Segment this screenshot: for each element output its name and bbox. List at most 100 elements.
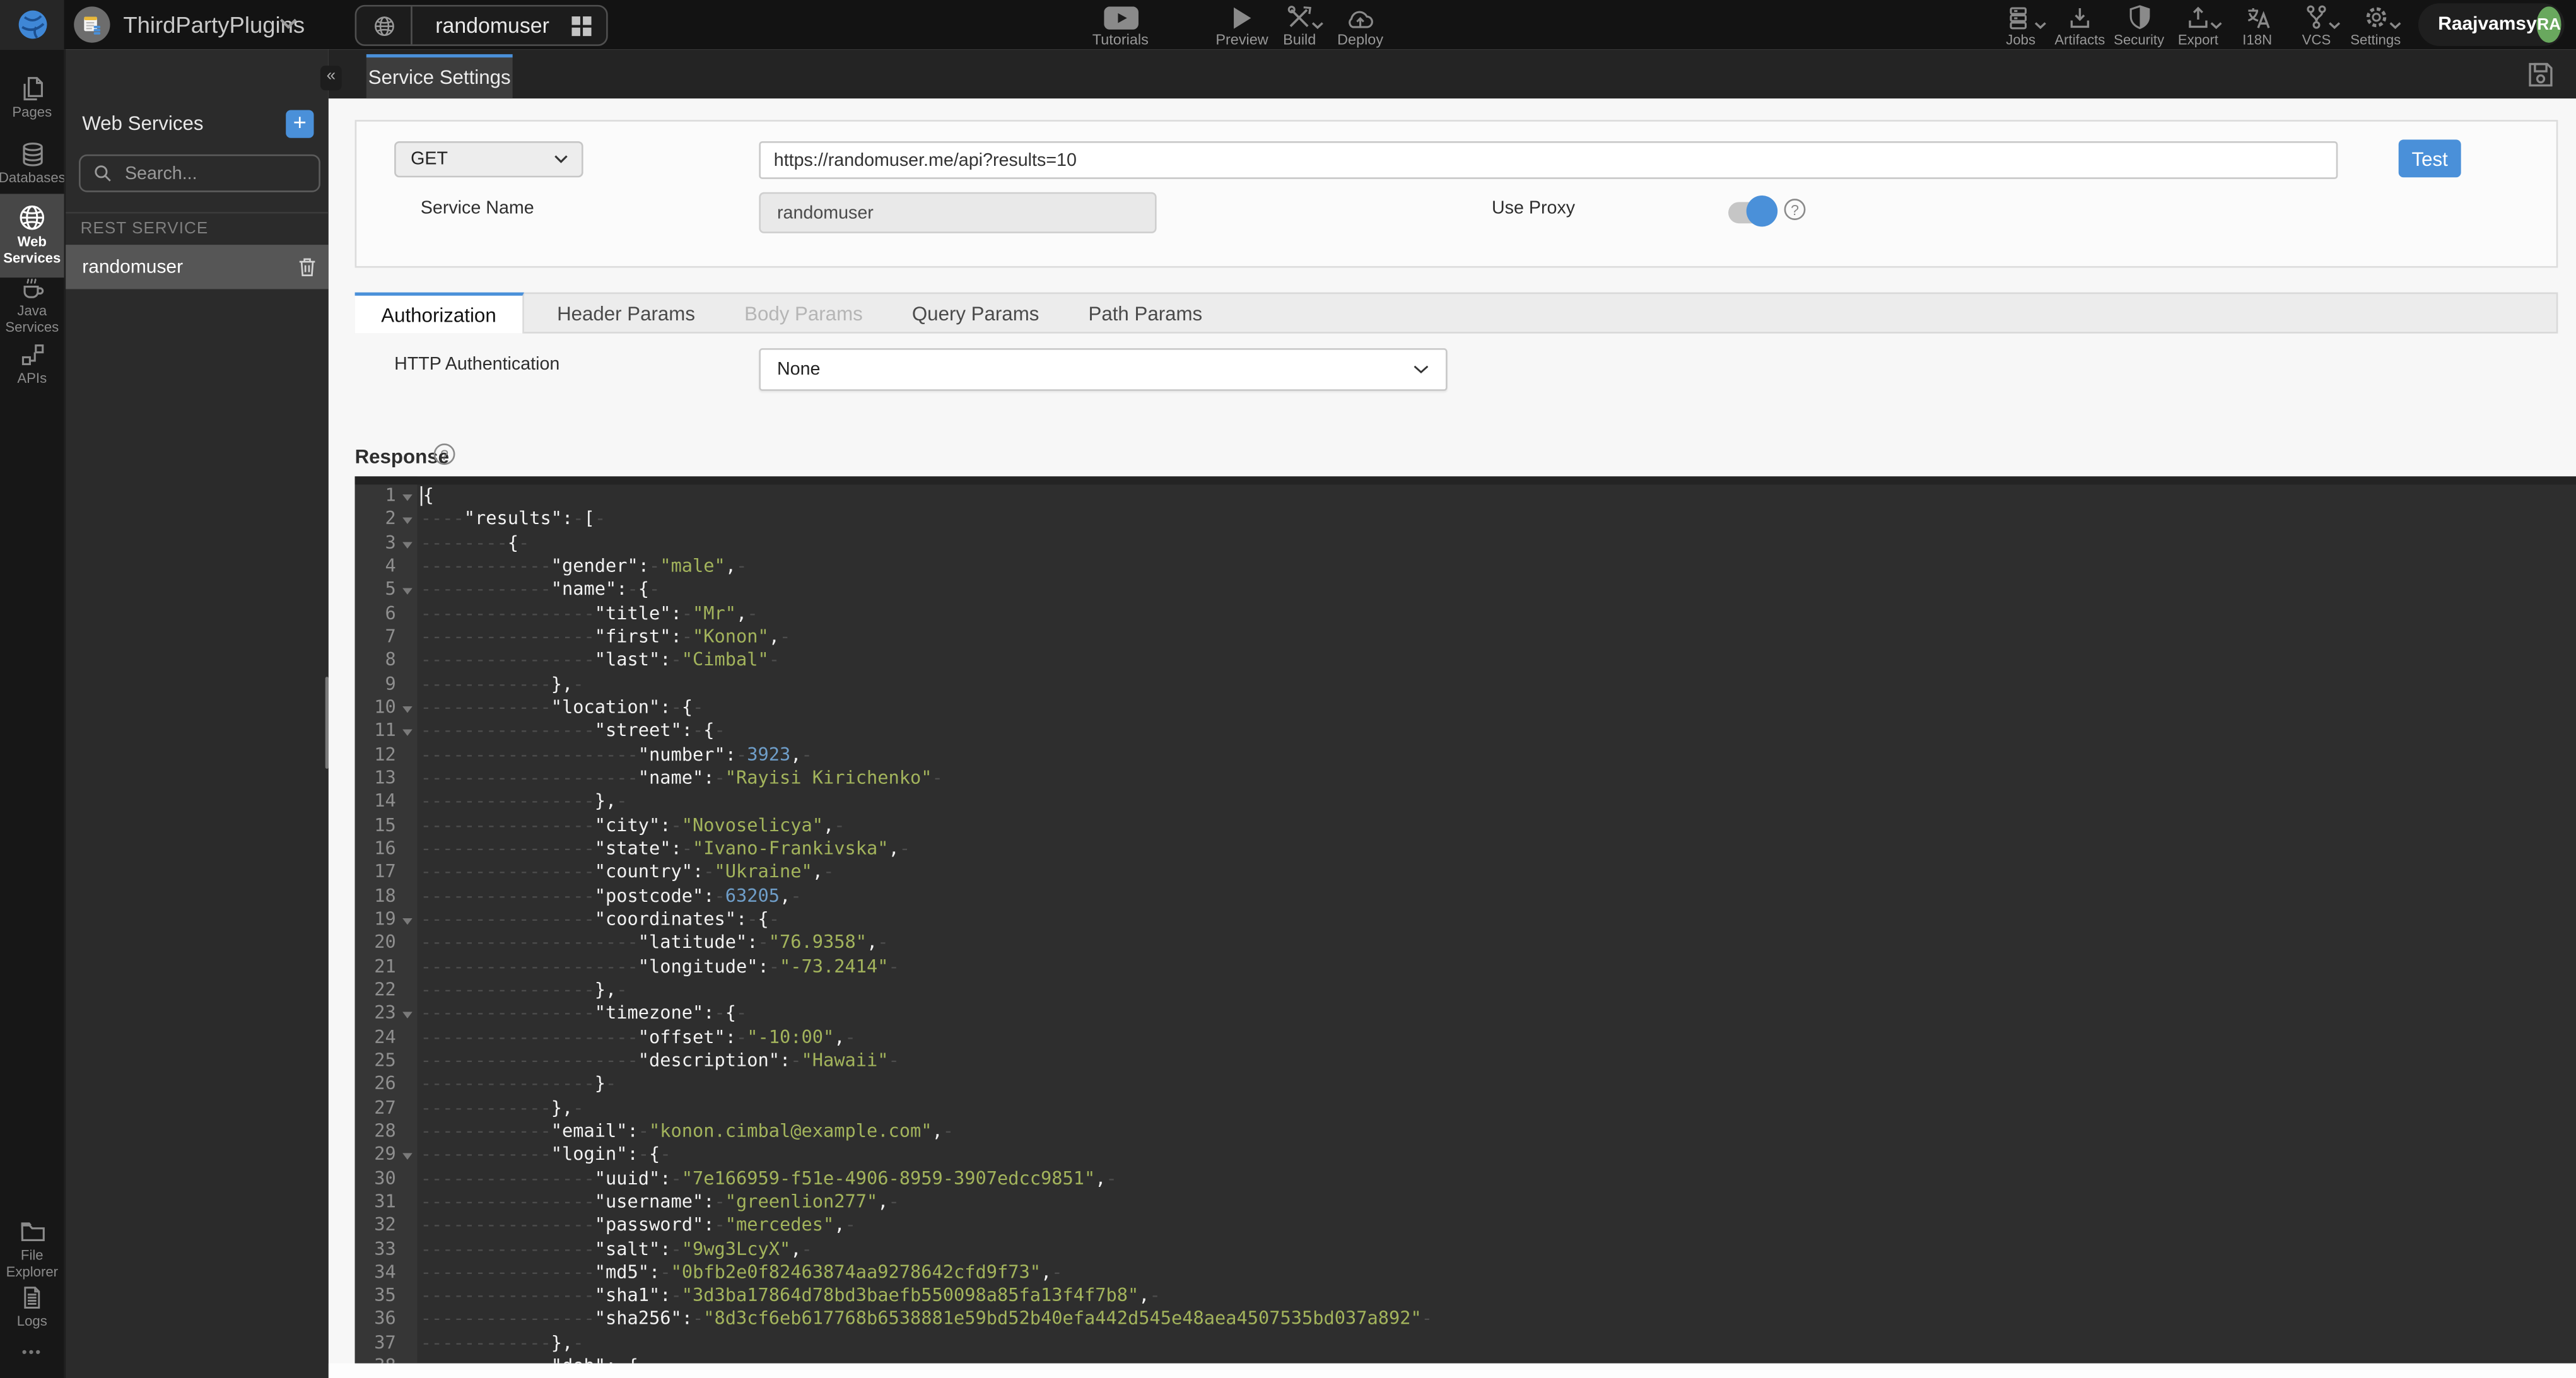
code-line[interactable]: 5------------"name":-{- xyxy=(355,579,2576,602)
user-avatar: RA xyxy=(2537,6,2561,42)
sidebar-item-web-services[interactable]: Web Services xyxy=(0,194,64,277)
code-line[interactable]: 38------------"dob":-{- xyxy=(355,1355,2576,1363)
sidebar-item-logs[interactable]: Logs xyxy=(0,1285,64,1330)
service-name-field[interactable]: randomuser xyxy=(759,192,1156,233)
app-switcher[interactable]: ThirdPartyPlugins xyxy=(74,0,305,49)
use-proxy-toggle-knob[interactable] xyxy=(1747,196,1777,226)
search-input[interactable] xyxy=(122,162,301,185)
response-help-icon[interactable]: ? xyxy=(434,443,455,465)
collapse-panel-button[interactable]: « xyxy=(320,66,342,90)
code-line[interactable]: 2----"results":-[- xyxy=(355,508,2576,532)
code-line[interactable]: 16----------------"state":-"Ivano-Franki… xyxy=(355,838,2576,861)
deploy-button[interactable]: Deploy xyxy=(1324,0,1396,49)
tab-header-params[interactable]: Header Params xyxy=(541,294,711,332)
settings-button[interactable]: Settings xyxy=(2346,0,2405,49)
vcs-button[interactable]: VCS xyxy=(2287,0,2346,49)
code-line[interactable]: 34----------------"md5":-"0bfb2e0f824638… xyxy=(355,1261,2576,1285)
tutorials-button[interactable]: Tutorials xyxy=(1074,0,1166,49)
code-line[interactable]: 24--------------------"offset":-"-10:00"… xyxy=(355,1026,2576,1049)
settings-chevron-icon xyxy=(2388,21,2401,30)
tab-authorization[interactable]: Authorization xyxy=(355,293,524,334)
delete-service-icon[interactable] xyxy=(297,256,317,277)
test-button[interactable]: Test xyxy=(2399,139,2461,177)
sidebar-item-databases[interactable]: Databases xyxy=(0,141,64,187)
code-line[interactable]: 7----------------"first":-"Konon",- xyxy=(355,626,2576,649)
sidebar-item-pages[interactable]: Pages xyxy=(0,76,64,121)
tab-service-settings[interactable]: Service Settings xyxy=(366,54,513,99)
code-line[interactable]: 20--------------------"latitude":-"76.93… xyxy=(355,931,2576,955)
code-line[interactable]: 30----------------"uuid":-"7e166959-f51e… xyxy=(355,1167,2576,1191)
sidebar-item-apis[interactable]: APIs xyxy=(0,342,64,387)
code-line[interactable]: 12--------------------"number":-3923,- xyxy=(355,744,2576,767)
user-menu[interactable]: Raajvamsy RA xyxy=(2418,3,2565,46)
brand-logo[interactable] xyxy=(0,0,64,49)
code-line[interactable]: 18----------------"postcode":-63205,- xyxy=(355,885,2576,908)
code-line[interactable]: 19----------------"coordinates":-{- xyxy=(355,908,2576,931)
security-label: Security xyxy=(2114,31,2164,47)
code-line[interactable]: 22----------------},- xyxy=(355,979,2576,1002)
save-icon[interactable] xyxy=(2527,61,2555,88)
service-search[interactable] xyxy=(79,155,320,192)
file-explorer-label: File Explorer xyxy=(0,1248,64,1280)
url-input[interactable] xyxy=(759,141,2338,179)
code-line[interactable]: 17----------------"country":-"Ukraine",- xyxy=(355,861,2576,884)
code-line[interactable]: 15----------------"city":-"Novoselicya",… xyxy=(355,814,2576,838)
i18n-button[interactable]: I18N xyxy=(2228,0,2287,49)
sidebar-item-file-explorer[interactable]: File Explorer xyxy=(0,1219,64,1280)
code-line[interactable]: 4------------"gender":-"male",- xyxy=(355,555,2576,578)
http-method-select[interactable]: GET xyxy=(394,141,583,177)
user-name: Raajvamsy xyxy=(2418,15,2537,34)
code-line[interactable]: 29------------"login":-{- xyxy=(355,1143,2576,1167)
tab-path-params[interactable]: Path Params xyxy=(1072,294,1219,332)
code-line[interactable]: 21--------------------"longitude":-"-73.… xyxy=(355,955,2576,979)
code-line[interactable]: 25--------------------"description":-"Ha… xyxy=(355,1049,2576,1073)
code-line[interactable]: 10------------"location":-{- xyxy=(355,696,2576,720)
code-line[interactable]: 11----------------"street":-{- xyxy=(355,720,2576,744)
service-item-name: randomuser xyxy=(66,257,297,277)
code-line[interactable]: 13--------------------"name":-"Rayisi Ki… xyxy=(355,767,2576,790)
code-line[interactable]: 27------------},- xyxy=(355,1097,2576,1120)
response-editor[interactable]: 1{2----"results":-[-3--------{-4--------… xyxy=(355,476,2576,1363)
code-line[interactable]: 14----------------},- xyxy=(355,791,2576,814)
code-line[interactable]: 8----------------"last":-"Cimbal"- xyxy=(355,650,2576,673)
code-line[interactable]: 26----------------}- xyxy=(355,1073,2576,1096)
add-service-button[interactable]: + xyxy=(286,110,313,138)
tab-body-params[interactable]: Body Params xyxy=(728,294,879,332)
export-upload-icon xyxy=(2187,5,2210,30)
auth-chevron-icon xyxy=(1413,365,1429,375)
document-tab-randomuser[interactable]: randomuser xyxy=(355,5,608,46)
security-button[interactable]: Security xyxy=(2109,0,2169,49)
build-tools-icon xyxy=(1286,5,1313,30)
code-line[interactable]: 33----------------"salt":-"9wg3LcyX",- xyxy=(355,1238,2576,1261)
code-line[interactable]: 28------------"email":-"konon.cimbal@exa… xyxy=(355,1120,2576,1143)
code-line[interactable]: 37------------},- xyxy=(355,1332,2576,1355)
use-proxy-label: Use Proxy xyxy=(1492,199,1575,218)
app-switcher-chevron-icon[interactable] xyxy=(279,18,298,30)
vcs-label: VCS xyxy=(2302,31,2331,47)
tab-query-params[interactable]: Query Params xyxy=(896,294,1056,332)
proxy-help-icon[interactable]: ? xyxy=(1784,199,1806,220)
code-line[interactable]: 3--------{- xyxy=(355,532,2576,555)
code-line[interactable]: 6----------------"title":-"Mr",- xyxy=(355,602,2576,626)
build-button[interactable]: Build xyxy=(1268,0,1331,49)
code-line[interactable]: 35----------------"sha1":-"3d3ba17864d78… xyxy=(355,1285,2576,1308)
preview-label: Preview xyxy=(1215,31,1268,47)
code-line[interactable]: 31----------------"username":-"greenlion… xyxy=(355,1191,2576,1214)
sidebar-item-java-services[interactable]: Java Services xyxy=(0,274,64,335)
preview-button[interactable]: Preview xyxy=(1206,0,1279,49)
code-line[interactable]: 23----------------"timezone":-{- xyxy=(355,1002,2576,1025)
code-line[interactable]: 9------------},- xyxy=(355,673,2576,696)
widgets-grid-icon[interactable] xyxy=(571,16,591,35)
code-line[interactable]: 36----------------"sha256":-"8d3cf6eb617… xyxy=(355,1309,2576,1332)
export-button[interactable]: Export xyxy=(2169,0,2228,49)
vcs-branch-icon xyxy=(2305,5,2327,30)
code-line[interactable]: 1{ xyxy=(355,484,2576,508)
jobs-button[interactable]: Jobs xyxy=(1991,0,2051,49)
http-auth-select[interactable]: None xyxy=(759,348,1447,391)
service-item-randomuser[interactable]: randomuser xyxy=(66,245,330,289)
build-chevron-icon xyxy=(1311,21,1324,30)
web-services-panel: Web Services + REST SERVICE randomuser xyxy=(64,49,329,1377)
sidebar-more-icon[interactable]: ••• xyxy=(0,1344,64,1360)
code-line[interactable]: 32----------------"password":-"mercedes"… xyxy=(355,1214,2576,1237)
artifacts-button[interactable]: Artifacts xyxy=(2051,0,2110,49)
